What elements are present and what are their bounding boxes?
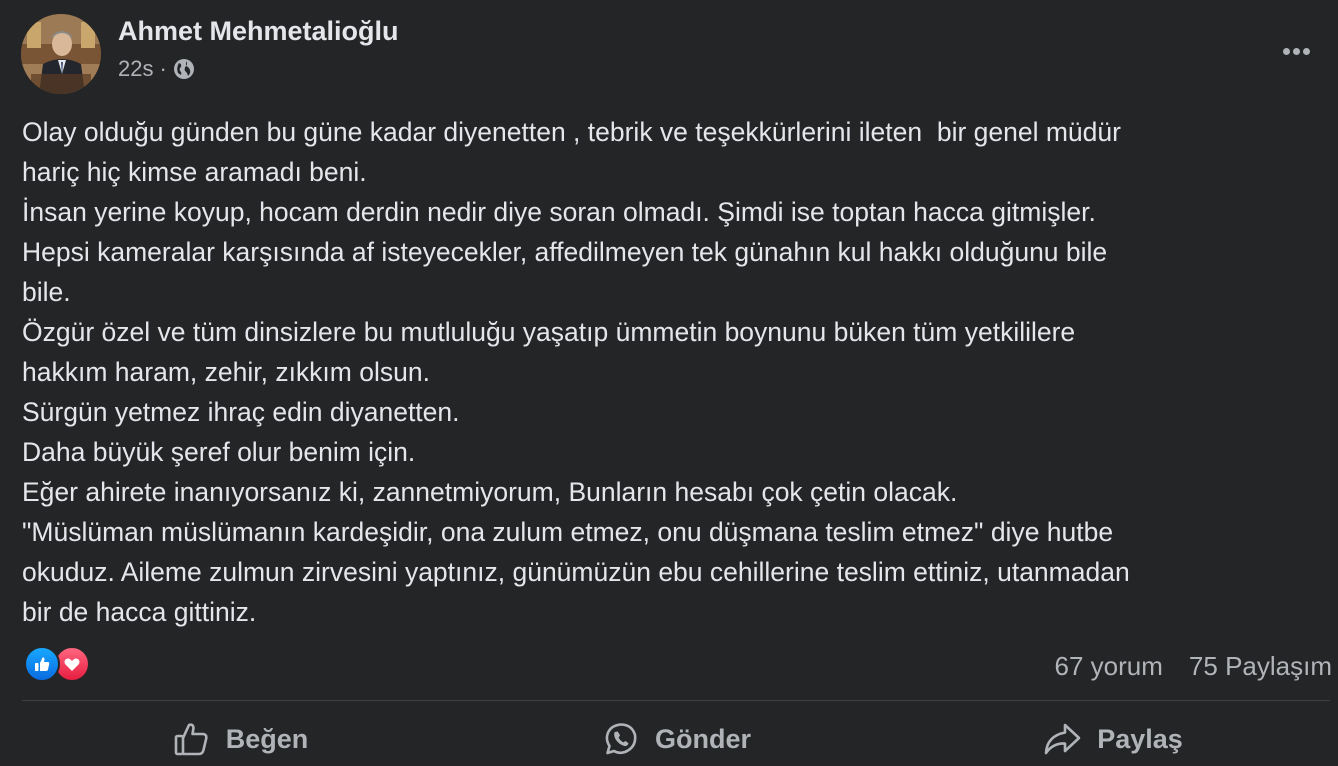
post-line: bile. (22, 277, 71, 307)
post-line: bir de hacca gittiniz. (22, 597, 257, 627)
share-button[interactable]: Paylaş (894, 712, 1330, 766)
post-time[interactable]: 22s (118, 55, 153, 83)
post-line: Sürgün yetmez ihraç edin diyanetten. (22, 397, 460, 427)
divider (22, 700, 1330, 701)
post-line: Eğer ahirete inanıyorsanız ki, zannetmiy… (22, 477, 958, 507)
whatsapp-icon (601, 719, 641, 759)
post-line: okuduz. Aileme zulmun zirvesini yaptınız… (22, 557, 1130, 587)
action-bar: Beğen Gönder Paylaş (22, 712, 1330, 766)
post-stats: 67 yorum 75 Paylaşım (1055, 648, 1332, 684)
post-meta: Ahmet Mehmetalioğlu 22s · (118, 14, 399, 94)
post-header: Ahmet Mehmetalioğlu 22s · (21, 14, 399, 94)
share-arrow-icon (1041, 719, 1083, 759)
post-line: Olay olduğu günden bu güne kadar diyenet… (22, 117, 1121, 147)
comment-count[interactable]: 67 yorum (1055, 648, 1163, 684)
avatar[interactable] (21, 14, 101, 94)
post-line: hakkım haram, zehir, zıkkım olsun. (22, 357, 430, 387)
send-label: Gönder (654, 723, 751, 754)
post-line: İnsan yerine koyup, hocam derdin nedir d… (22, 197, 1096, 227)
post-line: Daha büyük şeref olur benim için. (22, 437, 416, 467)
share-count[interactable]: 75 Paylaşım (1189, 648, 1332, 684)
reaction-summary[interactable] (24, 646, 90, 682)
globe-icon[interactable] (173, 58, 195, 80)
post-line: Hepsi kameralar karşısında af isteyecekl… (22, 237, 1108, 267)
author-name[interactable]: Ahmet Mehmetalioğlu (118, 14, 399, 48)
post-line: Özgür özel ve tüm dinsizlere bu mutluluğ… (22, 317, 1076, 347)
thumbs-up-icon (172, 719, 212, 759)
like-icon (24, 646, 60, 682)
send-button[interactable]: Gönder (458, 712, 894, 766)
like-button[interactable]: Beğen (22, 712, 458, 766)
post-subline: 22s · (118, 55, 399, 83)
separator-dot: · (159, 55, 167, 81)
post-line: "Müslüman müslümanın kardeşidir, ona zul… (22, 517, 1114, 547)
share-label: Paylaş (1097, 723, 1183, 754)
post-body: Olay olduğu günden bu güne kadar diyenet… (22, 112, 1322, 632)
facebook-post: Ahmet Mehmetalioğlu 22s · Olay olduğu gü… (0, 0, 1338, 766)
more-dots-icon[interactable] (1276, 36, 1316, 66)
post-line: hariç hiç kimse aramadı beni. (22, 157, 367, 187)
like-label: Beğen (225, 723, 309, 754)
